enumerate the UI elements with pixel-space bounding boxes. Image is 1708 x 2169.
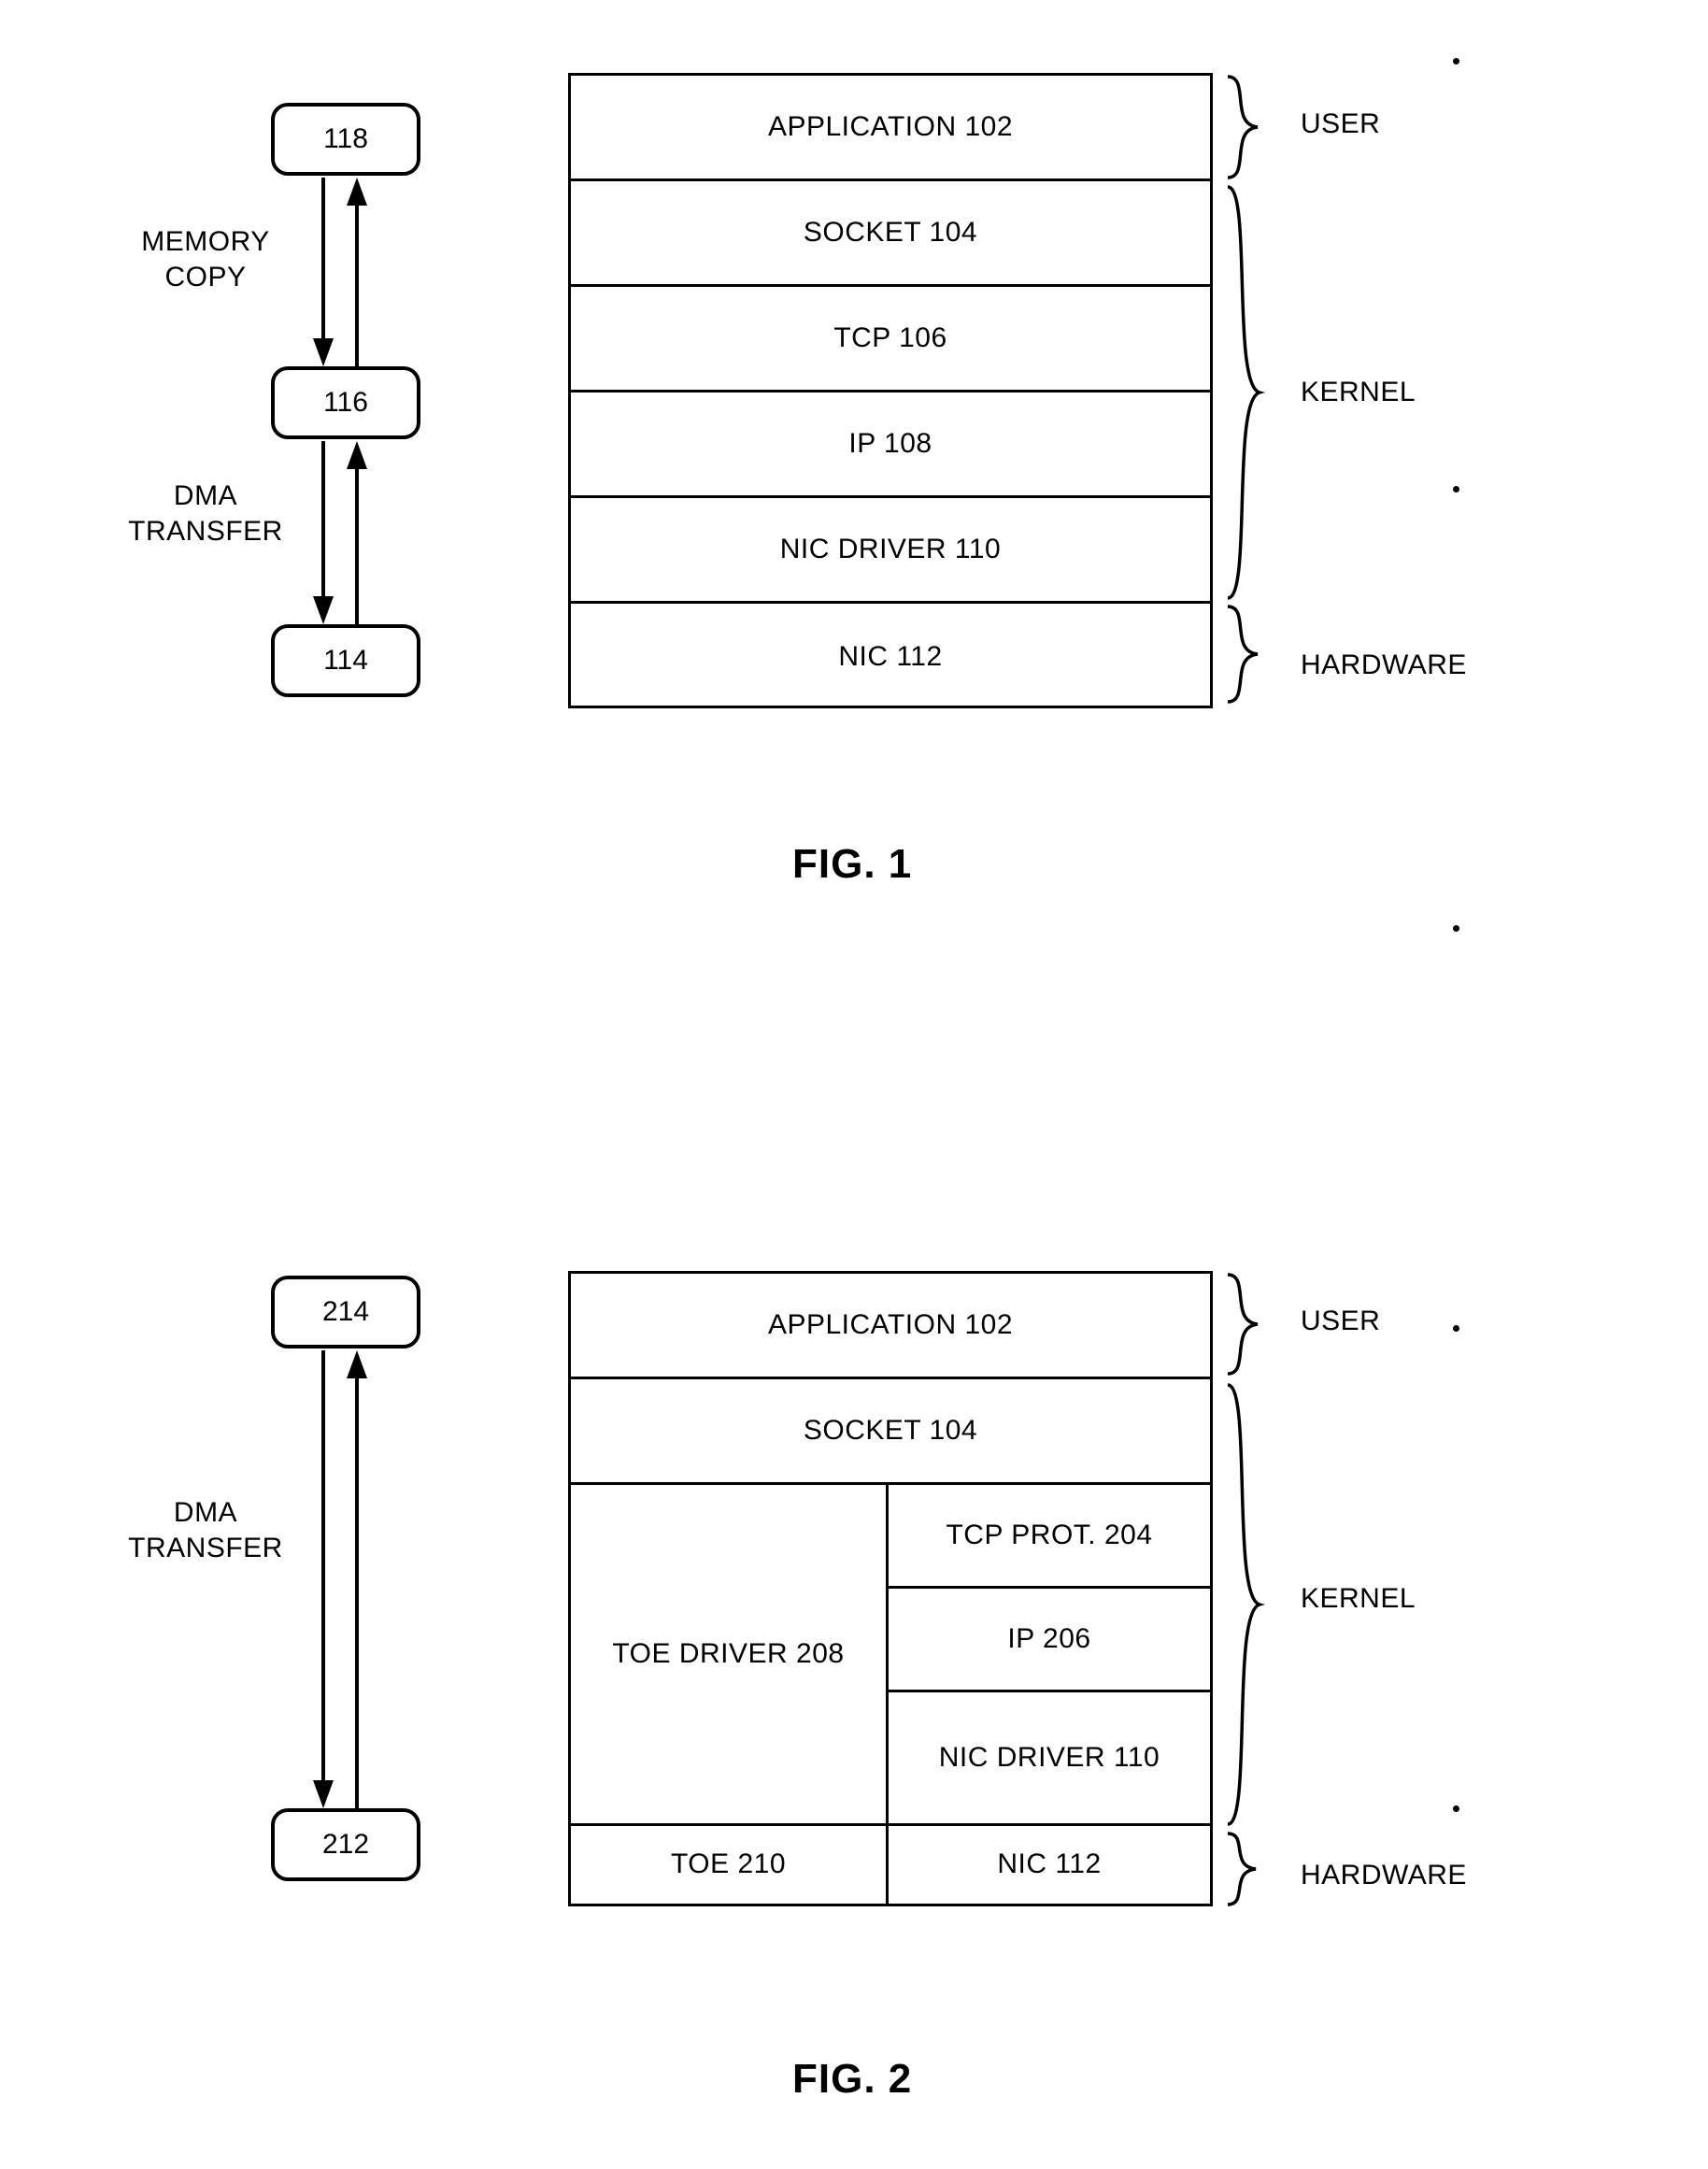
fig1-layer-application: APPLICATION 102: [571, 76, 1210, 181]
fig2-layer-toe: TOE 210: [571, 1826, 889, 1904]
fig2-zone-label-hardware: HARDWARE: [1301, 1860, 1467, 1891]
fig1-caption: FIG. 1: [792, 841, 913, 887]
fig2-layer-socket: SOCKET 104: [571, 1379, 1210, 1485]
figure-2: APPLICATION 102 SOCKET 104 TOE DRIVER 20…: [0, 1187, 1708, 2168]
fig1-zone-label-hardware: HARDWARE: [1301, 649, 1467, 680]
fig1-brace-hardware: [1227, 605, 1259, 704]
fig1-arrow-label-memory-copy: MEMORY COPY: [141, 226, 270, 293]
fig1-brace-kernel: [1227, 185, 1265, 600]
fig2-hardware-region: TOE 210 NIC 112: [571, 1826, 1210, 1904]
fig2-protocol-stack: APPLICATION 102 SOCKET 104 TOE DRIVER 20…: [568, 1271, 1213, 1906]
fig2-right-column: TCP PROT. 204 IP 206 NIC DRIVER 110: [889, 1485, 1210, 1823]
fig1-zone-label-kernel: KERNEL: [1301, 377, 1416, 407]
fig2-arrow-dma-transfer: [313, 1350, 367, 1808]
page-dot: [1453, 486, 1459, 492]
fig1-layer-ip: IP 108: [571, 392, 1210, 498]
fig1-brace-user: [1227, 75, 1259, 179]
fig2-middle-region: TOE DRIVER 208 TCP PROT. 204 IP 206 NIC …: [571, 1485, 1210, 1826]
fig2-caption: FIG. 2: [792, 2056, 913, 2102]
fig2-brace-user: [1227, 1273, 1259, 1376]
fig2-brace-hardware: [1227, 1832, 1257, 1906]
fig2-arrow-label-dma-transfer: DMA TRANSFER: [128, 1497, 283, 1563]
fig2-ref-212: 212: [271, 1808, 420, 1881]
page-dot: [1453, 1805, 1459, 1812]
fig1-layer-tcp: TCP 106: [571, 287, 1210, 392]
fig2-layer-nic-driver: NIC DRIVER 110: [938, 1741, 1160, 1773]
figure-1: APPLICATION 102 SOCKET 104 TCP 106 IP 10…: [0, 0, 1708, 1028]
fig1-layer-nic: NIC 112: [838, 641, 943, 673]
fig1-ref-114: 114: [271, 624, 420, 697]
fig2-zone-label-user: USER: [1301, 1306, 1381, 1336]
fig2-layer-application: APPLICATION 102: [571, 1274, 1210, 1379]
fig1-layer-nic-driver: NIC DRIVER 110: [571, 498, 1210, 604]
page-dot: [1453, 1325, 1459, 1332]
fig1-ref-118: 118: [271, 103, 420, 176]
fig1-zone-label-user: USER: [1301, 108, 1381, 139]
fig2-brace-kernel: [1227, 1383, 1265, 1826]
fig2-zone-label-kernel: KERNEL: [1301, 1583, 1416, 1614]
fig2-layer-tcp-prot: TCP PROT. 204: [889, 1485, 1210, 1590]
fig1-ref-116: 116: [271, 366, 420, 439]
fig2-layer-nic: NIC 112: [997, 1848, 1102, 1880]
fig2-layer-ip: IP 206: [889, 1589, 1210, 1693]
fig2-layer-toe-driver: TOE DRIVER 208: [571, 1485, 889, 1823]
fig1-arrow-label-dma-transfer: DMA TRANSFER: [128, 480, 283, 547]
page-dot: [1453, 925, 1459, 932]
fig1-protocol-stack: APPLICATION 102 SOCKET 104 TCP 106 IP 10…: [568, 73, 1213, 708]
page-dot: [1453, 58, 1459, 64]
fig2-ref-214: 214: [271, 1276, 420, 1348]
fig1-layer-socket: SOCKET 104: [571, 181, 1210, 287]
